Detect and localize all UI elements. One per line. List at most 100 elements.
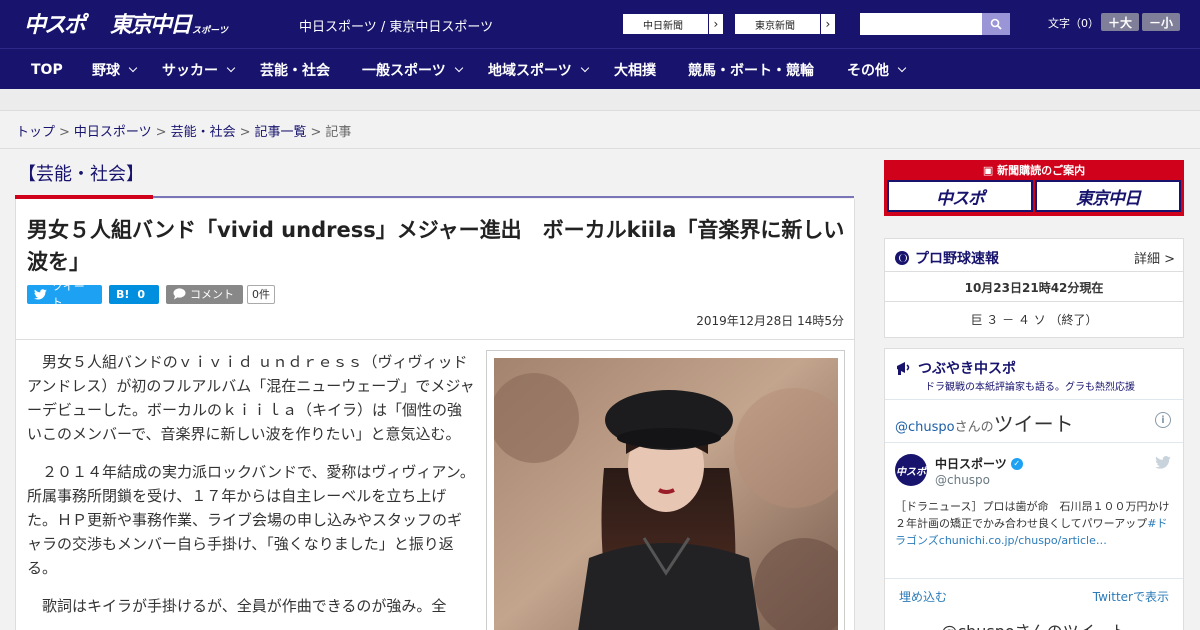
baseball-game-score[interactable]: 巨 ３ － ４ ソ （終了） <box>885 311 1183 328</box>
chevron-down-icon <box>226 63 236 72</box>
breadcrumb-separator: > <box>239 125 251 140</box>
nav-label: 野球 <box>92 62 120 79</box>
verified-badge-icon: ✓ <box>1010 457 1023 470</box>
nav-item-general-sports[interactable]: 一般スポーツ <box>362 49 463 90</box>
tokyo-logo-text: 東京中日 <box>110 13 192 38</box>
chevron-down-icon <box>897 63 907 72</box>
divider <box>885 271 1183 272</box>
breadcrumb-chunichi-sports[interactable]: 中日スポーツ <box>74 125 152 140</box>
nav-label: サッカー <box>162 62 218 79</box>
subscription-caption-text: 新聞購読のご案内 <box>997 164 1086 177</box>
chuspo-logo[interactable]: 中スポ <box>24 6 86 40</box>
baseball-title-text: プロ野球速報 <box>915 251 999 267</box>
tweet-button[interactable]: ツイート <box>27 280 102 309</box>
tweets-panel: つぶやき中スポ ドラ観戦の本紙評論家も語る。グラも熱烈応援 @chuspoさんの… <box>884 348 1184 630</box>
timeline-handle-suffix: さんの <box>954 420 994 435</box>
twitter-timeline-widget: @chuspoさんのツイート i 中スポ 中日スポーツ ✓ @chuspo ［ド… <box>885 399 1183 630</box>
chuspo-logo-text: 中スポ <box>24 13 86 38</box>
breadcrumb-separator: > <box>59 125 70 140</box>
tweets-title-text: つぶやき中スポ <box>918 361 1016 377</box>
breadcrumb-current: 記事 <box>325 125 352 140</box>
nav-label: 地域スポーツ <box>488 62 572 79</box>
embed-link[interactable]: 埋め込む <box>899 588 947 605</box>
info-icon[interactable]: i <box>1155 412 1171 428</box>
nav-item-racing[interactable]: 競馬・ボート・競輪 <box>688 49 814 90</box>
breadcrumb-article-list[interactable]: 記事一覧 <box>255 125 307 140</box>
tweets-panel-title: つぶやき中スポ <box>895 358 1016 378</box>
baseball-updated-time: 10月23日21時42分現在 <box>964 281 1104 295</box>
tweets-subtitle: ドラ観戦の本紙評論家も語る。グラも熱烈応援 <box>925 382 1135 393</box>
chevron-down-icon <box>580 63 589 72</box>
article-photo[interactable] <box>494 358 838 630</box>
chunichi-shimbun-link[interactable]: 中日新聞 › <box>622 13 724 35</box>
tweet-account-name[interactable]: 中日スポーツ ✓ <box>935 455 1023 472</box>
tweet-link[interactable]: chunichi.co.jp/chuspo/article… <box>939 534 1107 547</box>
breadcrumb-top[interactable]: トップ <box>16 125 55 140</box>
timeline-more-title[interactable]: @chuspoさんのツイート <box>885 618 1183 630</box>
breadcrumb-divider <box>0 148 1200 149</box>
megaphone-icon <box>897 362 910 375</box>
baseball-icon <box>895 251 909 265</box>
baseball-details-link[interactable]: 詳細 > <box>1134 248 1175 267</box>
article-header: 男女５人組バンド「vivid undress」メジャー進出 ボーカルkiila「… <box>15 199 855 340</box>
timeline-heading: @chuspoさんのツイート <box>895 408 1074 437</box>
chevron-down-icon <box>454 63 463 72</box>
tokyo-chunichi-logo[interactable]: 東京中日 スポーツ <box>110 6 228 40</box>
search-button[interactable] <box>982 13 1010 35</box>
font-size-increase-button[interactable]: ＋大 <box>1101 13 1139 31</box>
twitter-bird-icon[interactable] <box>1155 456 1171 473</box>
breadcrumb-entertainment[interactable]: 芸能・社会 <box>171 125 236 140</box>
hatena-label: B! <box>116 287 130 301</box>
chunichi-shimbun-label: 中日新聞 <box>643 20 683 32</box>
nav-item-soccer[interactable]: サッカー <box>162 49 236 90</box>
singer-portrait-image <box>494 358 838 630</box>
subscription-caption: ▣ 新聞購読のご案内 <box>884 162 1184 178</box>
comment-button[interactable]: コメント <box>166 284 243 304</box>
header-band <box>0 89 1200 111</box>
category-heading: 【芸能・社会】 <box>18 164 144 185</box>
nav-item-top[interactable]: TOP <box>31 49 63 90</box>
article-paragraph: 歌詞はキイラが手掛けるが、全員が作曲できるのが強み。全 <box>42 597 447 615</box>
account-name-text: 中日スポーツ <box>935 457 1007 471</box>
main-nav: TOP 野球 サッカー 芸能・社会 一般スポーツ 地域スポーツ 大相撲 競馬・ボ… <box>0 48 1200 89</box>
search-input[interactable] <box>860 13 982 35</box>
timeline-heading-big: ツイート <box>993 412 1074 436</box>
nav-item-entertainment[interactable]: 芸能・社会 <box>260 49 330 90</box>
subscription-banner[interactable]: ▣ 新聞購読のご案内 中スポ 東京中日 <box>884 160 1184 216</box>
breadcrumb: トップ > 中日スポーツ > 芸能・社会 > 記事一覧 > 記事 <box>16 121 351 140</box>
subscribe-tokyo-link[interactable]: 東京中日 <box>1035 180 1181 212</box>
hatena-bookmark-button[interactable]: B! 0 <box>109 284 159 304</box>
site-title[interactable]: 中日スポーツ / 東京中日スポーツ <box>299 16 493 35</box>
view-on-twitter-link[interactable]: Twitterで表示 <box>1093 588 1169 605</box>
comment-count: 0件 <box>247 284 275 304</box>
tokyo-shimbun-link[interactable]: 東京新聞 › <box>734 13 836 35</box>
nav-item-other[interactable]: その他 <box>847 49 907 90</box>
article-headline: 男女５人組バンド「vivid undress」メジャー進出 ボーカルkiila「… <box>27 218 845 274</box>
nav-label: 一般スポーツ <box>362 62 446 79</box>
font-size-decrease-button[interactable]: －小 <box>1142 13 1180 31</box>
chevron-right-icon: › <box>819 14 835 34</box>
nav-item-sumo[interactable]: 大相撲 <box>614 49 656 90</box>
tokyo-logo-subtext: スポーツ <box>192 26 228 36</box>
nav-label: 大相撲 <box>614 62 656 79</box>
breadcrumb-separator: > <box>310 125 322 140</box>
nav-item-baseball[interactable]: 野球 <box>92 49 138 90</box>
speech-bubble-icon <box>173 288 186 300</box>
article-photo-frame <box>486 350 845 630</box>
divider <box>885 301 1183 302</box>
tweet-account-handle[interactable]: @chuspo <box>935 473 990 487</box>
nav-label: TOP <box>31 61 63 78</box>
nav-item-local-sports[interactable]: 地域スポーツ <box>488 49 589 90</box>
chevron-down-icon <box>128 63 138 72</box>
hatena-count: 0 <box>137 287 146 301</box>
tweet-label: ツイート <box>51 280 85 309</box>
nav-label: 競馬・ボート・競輪 <box>688 62 814 79</box>
timeline-handle[interactable]: @chuspo <box>895 420 955 435</box>
article-paragraph: ２０１４年結成の実力派ロックバンドで、愛称はヴィヴィアン。所属事務所閉鎖を受け、… <box>27 463 475 577</box>
subscribe-chuspo-link[interactable]: 中スポ <box>887 180 1033 212</box>
font-size-label: 文字（0） <box>1048 17 1099 30</box>
tokyo-shimbun-label: 東京新聞 <box>755 20 795 32</box>
share-buttons: ツイート B! 0 コメント 0件 <box>27 280 275 309</box>
twitter-bird-icon <box>34 288 47 300</box>
avatar[interactable]: 中スポ <box>895 454 927 486</box>
